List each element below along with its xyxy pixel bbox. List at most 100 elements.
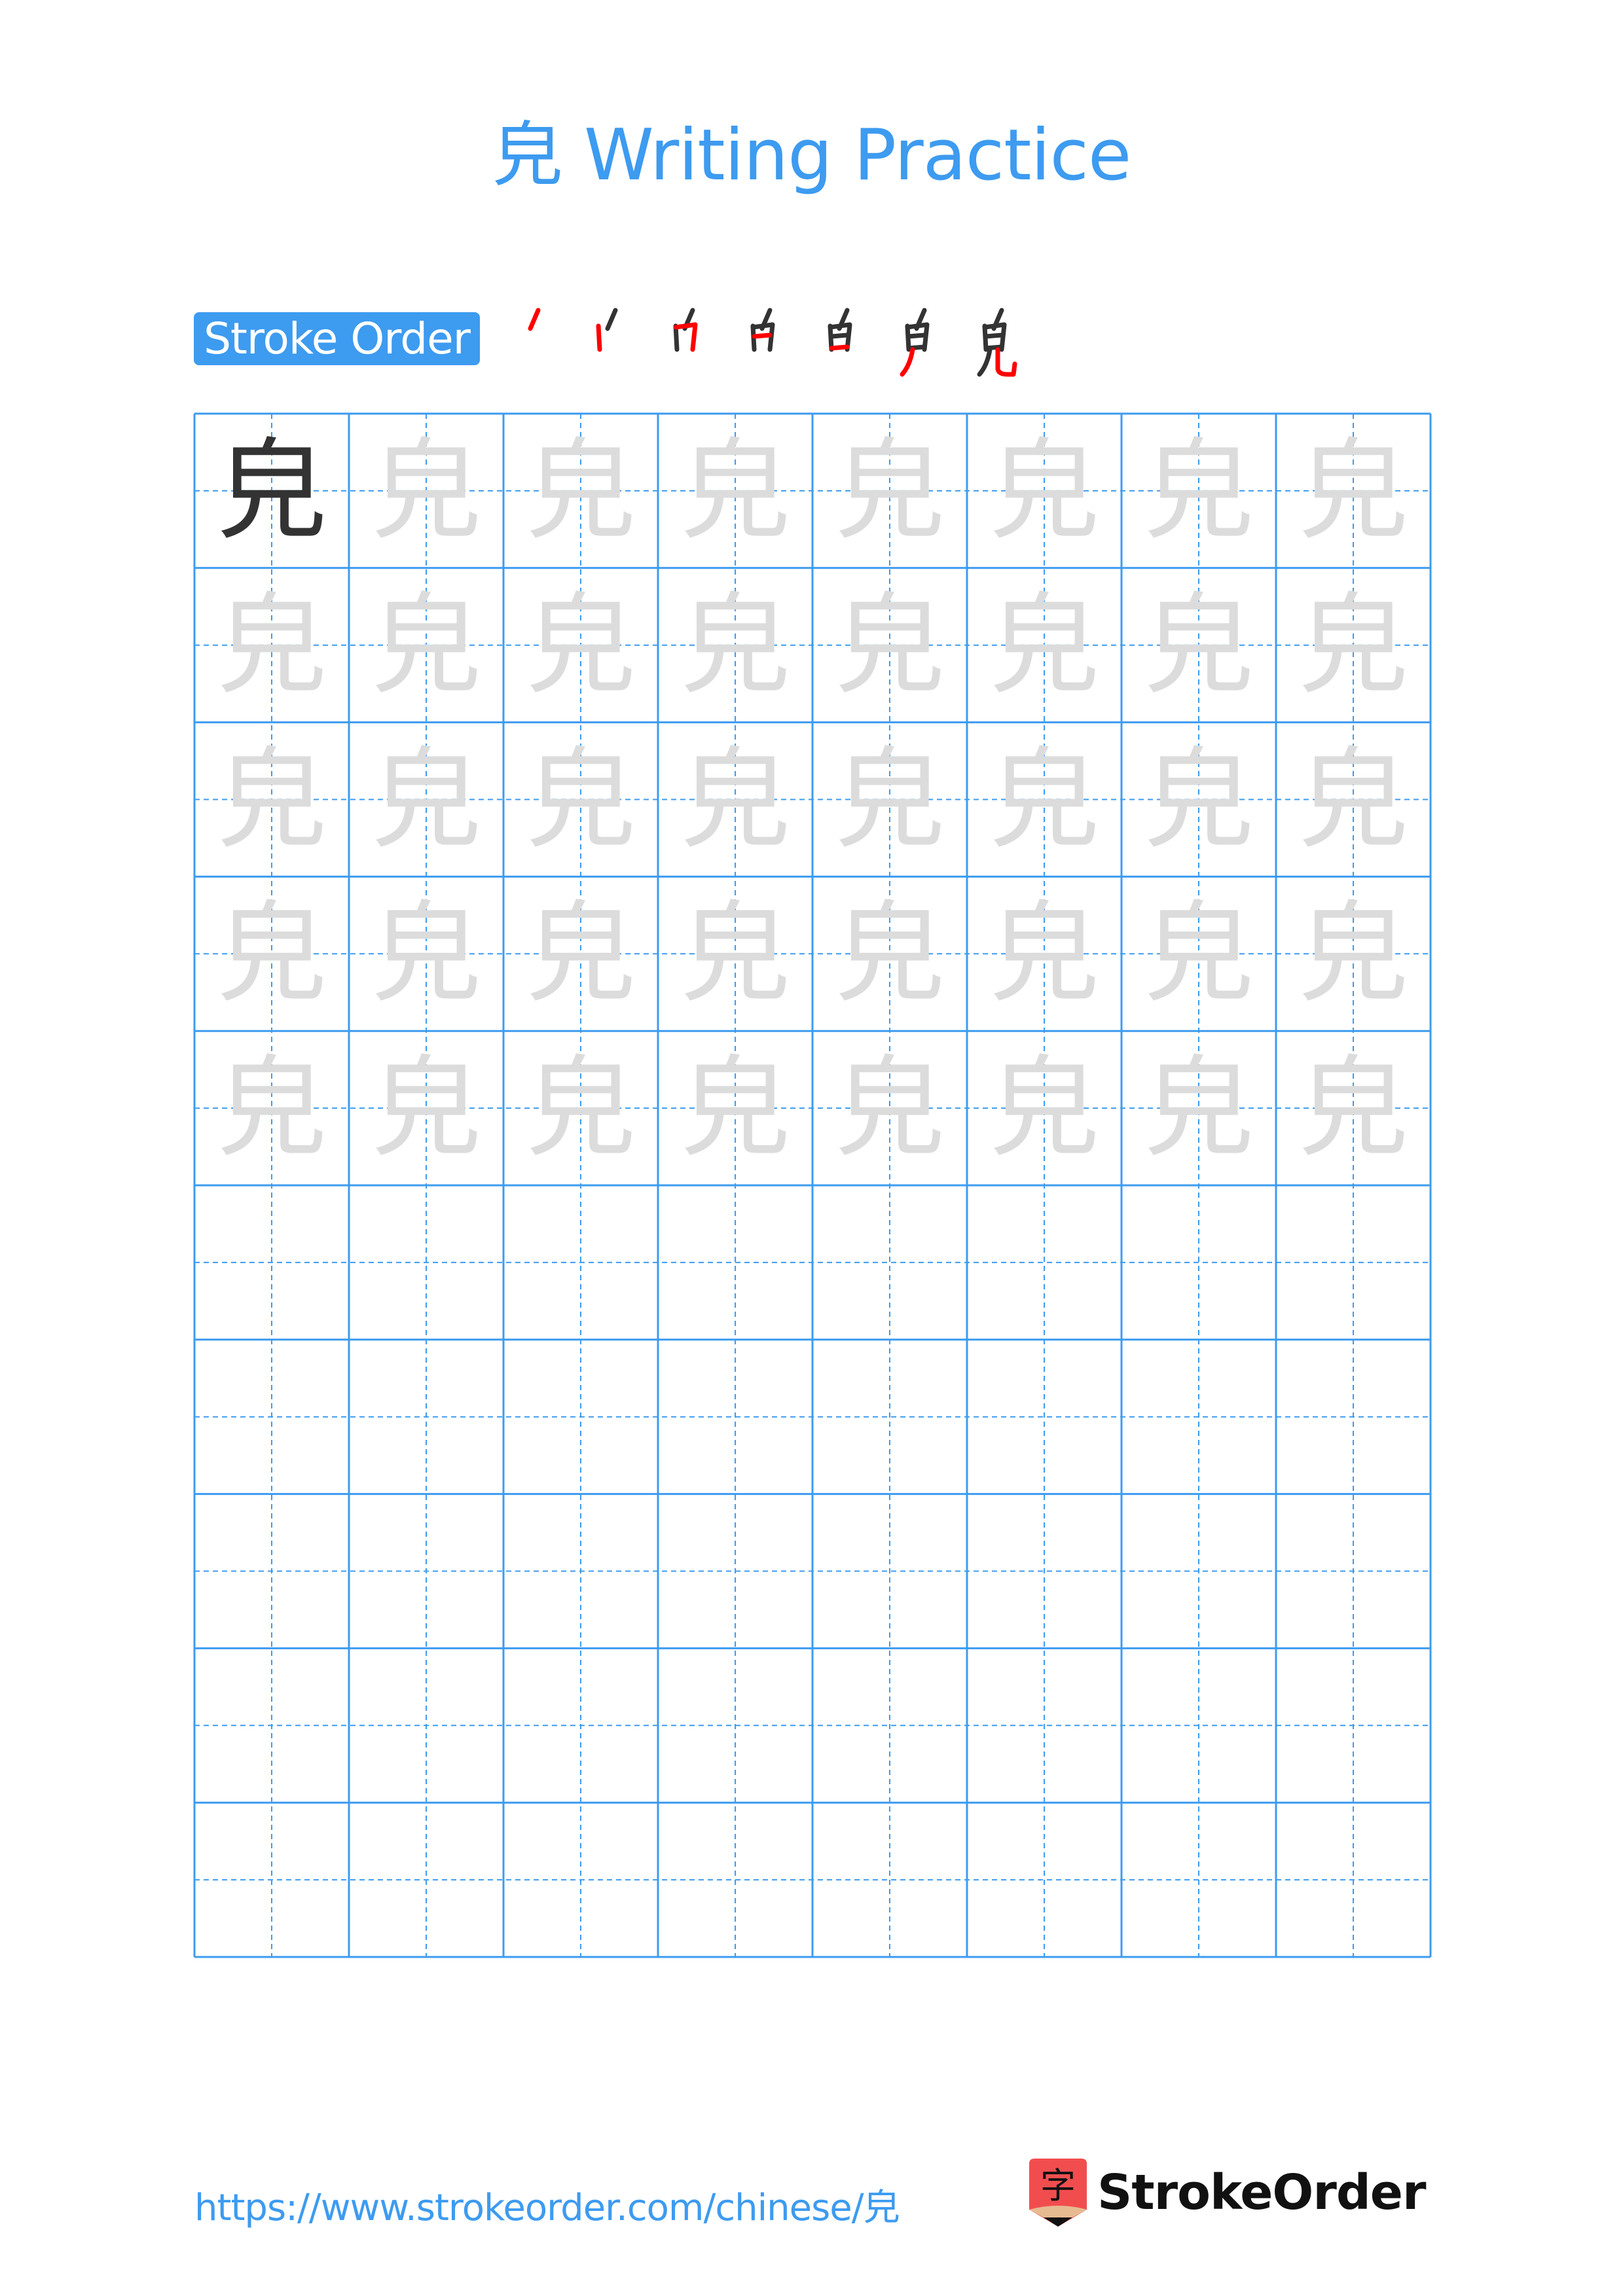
practice-cell[interactable] (1122, 1494, 1276, 1649)
practice-cell[interactable]: 皃 (967, 723, 1122, 877)
practice-cell[interactable]: 皃 (194, 876, 349, 1031)
practice-cell[interactable]: 皃 (503, 568, 658, 723)
trace-character: 皃 (1298, 427, 1408, 555)
pencil-character-icon: 字 (1029, 2159, 1087, 2227)
practice-cell[interactable] (349, 1340, 503, 1494)
practice-cell[interactable]: 皃 (658, 1031, 812, 1185)
practice-cell[interactable] (194, 1185, 349, 1340)
stroke-2 (596, 323, 602, 352)
brand-logo[interactable]: 字 StrokeOrder (1029, 2159, 1426, 2227)
practice-cell[interactable] (967, 1340, 1122, 1494)
trace-character: 皃 (989, 581, 1099, 709)
trace-character: 皃 (217, 889, 327, 1018)
practice-cell[interactable]: 皃 (503, 1031, 658, 1185)
practice-cell[interactable]: 皃 (967, 876, 1122, 1031)
practice-cell[interactable]: 皃 (194, 568, 349, 723)
practice-cell[interactable]: 皃 (1276, 876, 1431, 1031)
practice-cell[interactable]: 皃 (1122, 414, 1276, 568)
practice-cell[interactable]: 皃 (349, 568, 503, 723)
practice-cell[interactable]: 皃 (658, 876, 812, 1031)
practice-cell[interactable] (349, 1803, 503, 1957)
practice-cell[interactable]: 皃 (812, 568, 967, 723)
practice-cell[interactable]: 皃 (658, 414, 812, 568)
practice-cell[interactable] (503, 1340, 658, 1494)
practice-cell[interactable] (967, 1803, 1122, 1957)
practice-cell[interactable] (349, 1494, 503, 1649)
practice-cell[interactable]: 皃 (194, 723, 349, 877)
trace-character: 皃 (1144, 427, 1254, 555)
practice-cell[interactable] (194, 1340, 349, 1494)
practice-cell[interactable] (194, 1648, 349, 1803)
practice-cell[interactable]: 皃 (194, 1031, 349, 1185)
practice-cell[interactable] (812, 1340, 967, 1494)
practice-cell[interactable]: 皃 (503, 723, 658, 877)
practice-cell[interactable] (967, 1185, 1122, 1340)
trace-character: 皃 (989, 735, 1099, 864)
practice-cell[interactable]: 皃 (349, 723, 503, 877)
stroke-4 (906, 332, 927, 339)
stroke-step-2 (581, 306, 659, 398)
practice-cell[interactable]: 皃 (812, 876, 967, 1031)
practice-cell[interactable] (503, 1648, 658, 1803)
practice-cell[interactable]: 皃 (1276, 414, 1431, 568)
practice-cell[interactable] (967, 1648, 1122, 1803)
practice-cell[interactable]: 皃 (1122, 723, 1276, 877)
stroke-step-5 (813, 306, 890, 398)
practice-cell[interactable]: 皃 (812, 1031, 967, 1185)
practice-cell[interactable] (1122, 1803, 1276, 1957)
practice-cell[interactable] (658, 1648, 812, 1803)
practice-cell[interactable]: 皃 (1122, 1031, 1276, 1185)
practice-cell[interactable] (658, 1340, 812, 1494)
trace-character: 皃 (989, 889, 1099, 1018)
trace-character: 皃 (526, 735, 636, 864)
practice-cell[interactable]: 皃 (658, 723, 812, 877)
practice-cell[interactable]: 皃 (1122, 568, 1276, 723)
practice-cell[interactable]: 皃 (349, 414, 503, 568)
practice-cell[interactable]: 皃 (967, 1031, 1122, 1185)
practice-cell[interactable] (349, 1185, 503, 1340)
practice-cell[interactable] (194, 1494, 349, 1649)
practice-cell[interactable] (812, 1648, 967, 1803)
practice-cell[interactable] (1276, 1648, 1431, 1803)
practice-cell[interactable] (503, 1185, 658, 1340)
practice-cell[interactable]: 皃 (658, 568, 812, 723)
practice-cell[interactable] (194, 1803, 349, 1957)
svg-text:字: 字 (1040, 2165, 1076, 2206)
practice-cell[interactable] (349, 1648, 503, 1803)
practice-cell[interactable] (503, 1803, 658, 1957)
practice-cell[interactable] (1276, 1340, 1431, 1494)
practice-cell[interactable]: 皃 (194, 414, 349, 568)
practice-cell[interactable] (658, 1803, 812, 1957)
practice-cell[interactable]: 皃 (812, 723, 967, 877)
practice-cell[interactable] (503, 1494, 658, 1649)
practice-cell[interactable] (967, 1494, 1122, 1649)
practice-cell[interactable]: 皃 (1276, 723, 1431, 877)
practice-cell[interactable]: 皃 (1276, 568, 1431, 723)
practice-cell[interactable] (1122, 1185, 1276, 1340)
practice-cell[interactable] (812, 1803, 967, 1957)
practice-cell[interactable] (1276, 1803, 1431, 1957)
trace-character: 皃 (1144, 889, 1254, 1018)
practice-cell[interactable] (658, 1185, 812, 1340)
practice-cell[interactable] (658, 1494, 812, 1649)
practice-cell[interactable] (1122, 1648, 1276, 1803)
practice-cell[interactable]: 皃 (812, 414, 967, 568)
practice-cell[interactable] (1276, 1494, 1431, 1649)
brand-name: StrokeOrder (1097, 2164, 1426, 2221)
practice-cell[interactable]: 皃 (1122, 876, 1276, 1031)
trace-character: 皃 (526, 889, 636, 1018)
practice-cell[interactable]: 皃 (1276, 1031, 1431, 1185)
practice-cell[interactable]: 皃 (967, 414, 1122, 568)
practice-cell[interactable]: 皃 (503, 414, 658, 568)
practice-cell[interactable]: 皃 (349, 876, 503, 1031)
trace-character: 皃 (1298, 735, 1408, 864)
practice-cell[interactable]: 皃 (967, 568, 1122, 723)
footer-url-link[interactable]: https://www.strokeorder.com/chinese/皃 (194, 2178, 900, 2231)
practice-cell[interactable] (812, 1185, 967, 1340)
trace-character: 皃 (526, 581, 636, 709)
practice-cell[interactable] (812, 1494, 967, 1649)
practice-cell[interactable] (1276, 1185, 1431, 1340)
practice-cell[interactable] (1122, 1340, 1276, 1494)
practice-cell[interactable]: 皃 (503, 876, 658, 1031)
practice-cell[interactable]: 皃 (349, 1031, 503, 1185)
